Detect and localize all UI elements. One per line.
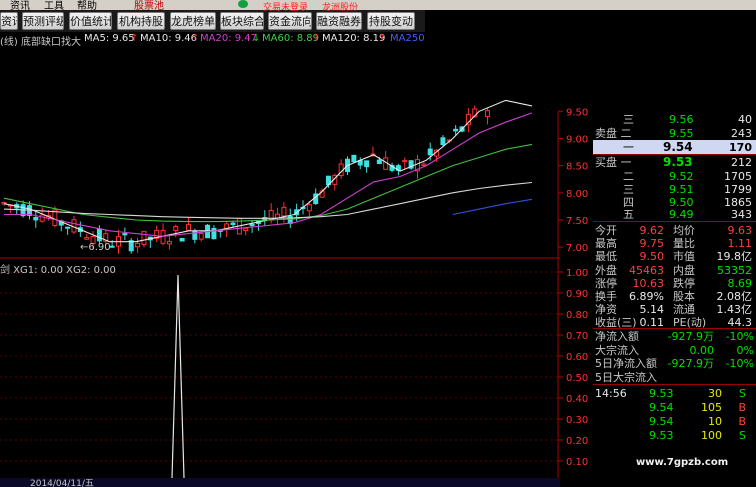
candle-body [192, 230, 198, 240]
status-bar: 2014/04/11/五 [0, 478, 560, 487]
candle-body [33, 216, 39, 221]
candle-body [376, 159, 382, 165]
bid-row-5: 五 9.49 343 [623, 208, 752, 221]
signal-spike [171, 274, 185, 479]
ask-row-1: 一 9.54 170 [593, 140, 756, 155]
low-price-label: ←6.90 [80, 242, 111, 253]
candle-body [440, 137, 446, 146]
price-axis: 9.50 9.00 8.50 8.00 7.50 7.00 [558, 107, 588, 254]
tick-row: 9.54 10 B [649, 415, 746, 428]
flow-row: 5日大宗流入 [595, 370, 657, 384]
sub-tick-label: 0.80 [566, 310, 588, 321]
sub-tick-label: 0.90 [566, 289, 588, 300]
quote-panel: 三 9.56 40 卖盘 二 9.55 243 一 9.54 170 买盘 一 … [593, 112, 756, 487]
price-tick-label: 9.00 [566, 134, 588, 145]
price-tick-label: 7.50 [566, 216, 588, 227]
candle-body [39, 214, 45, 222]
candle-body [179, 238, 185, 242]
price-tick-label: 8.50 [566, 162, 588, 173]
ma-line-ma60 [3, 143, 533, 223]
sub-tick-label: 0.10 [566, 457, 588, 468]
tick-row: 9.54 105 B [649, 401, 746, 414]
sub-axis: 1.00 0.90 0.80 0.70 0.60 0.50 0.40 0.30 0.20 0.10 [558, 268, 588, 468]
sub-tick-label: 0.60 [566, 352, 588, 363]
candle-body [453, 128, 459, 132]
ask-row-2: 卖盘 二 9.55 243 [595, 127, 752, 140]
candle-body [249, 223, 255, 227]
candle-body [166, 240, 172, 245]
candle-body [484, 110, 490, 117]
candle-body [135, 242, 141, 248]
candle-body [141, 230, 147, 245]
candle-body [402, 160, 408, 163]
candlesticks [1, 105, 490, 254]
sub-tick-label: 0.50 [566, 373, 588, 384]
candle-body [185, 224, 191, 231]
candle-body [211, 227, 217, 240]
ask-row-3: 三 9.56 40 [623, 113, 752, 126]
sub-tick-label: 0.20 [566, 436, 588, 447]
candle-body [421, 163, 427, 167]
tick-row: 14:56 9.53 30 S [595, 387, 746, 400]
sub-grid [0, 271, 558, 462]
ma-line-ma250 [452, 198, 533, 216]
sub-tick-label: 0.70 [566, 331, 588, 342]
sub-tick-label: 0.40 [566, 394, 588, 405]
candle-body [230, 222, 236, 226]
price-tick-label: 9.50 [566, 107, 588, 118]
bid-row-1: 买盘 一 9.53 212 [595, 155, 752, 169]
ma-lines [3, 99, 533, 243]
price-tick-label: 7.00 [566, 243, 588, 254]
candle-body [96, 228, 102, 242]
candle-body [65, 226, 71, 229]
candle-body [84, 237, 90, 240]
status-date: 2014/04/11/五 [30, 479, 94, 487]
candle-body [306, 204, 312, 212]
candle-body [109, 245, 115, 248]
price-tick-label: 8.00 [566, 189, 588, 200]
watermark: www.7gpzb.com [636, 457, 729, 468]
candle-body [243, 227, 249, 232]
candle-body [427, 148, 433, 156]
candle-body [122, 233, 128, 236]
candle-body [281, 206, 287, 217]
sub-indicator-label[interactable]: 剑 XG1: 0.00 XG2: 0.00 [0, 261, 116, 276]
candle-body [173, 225, 179, 231]
sub-tick-label: 1.00 [566, 268, 588, 279]
ma-line-ma120 [3, 181, 533, 219]
candle-body [198, 233, 204, 240]
sub-tick-label: 0.30 [566, 415, 588, 426]
tick-row: 9.53 100 S [649, 429, 746, 442]
candle-body [351, 154, 357, 163]
candle-body [364, 160, 370, 168]
